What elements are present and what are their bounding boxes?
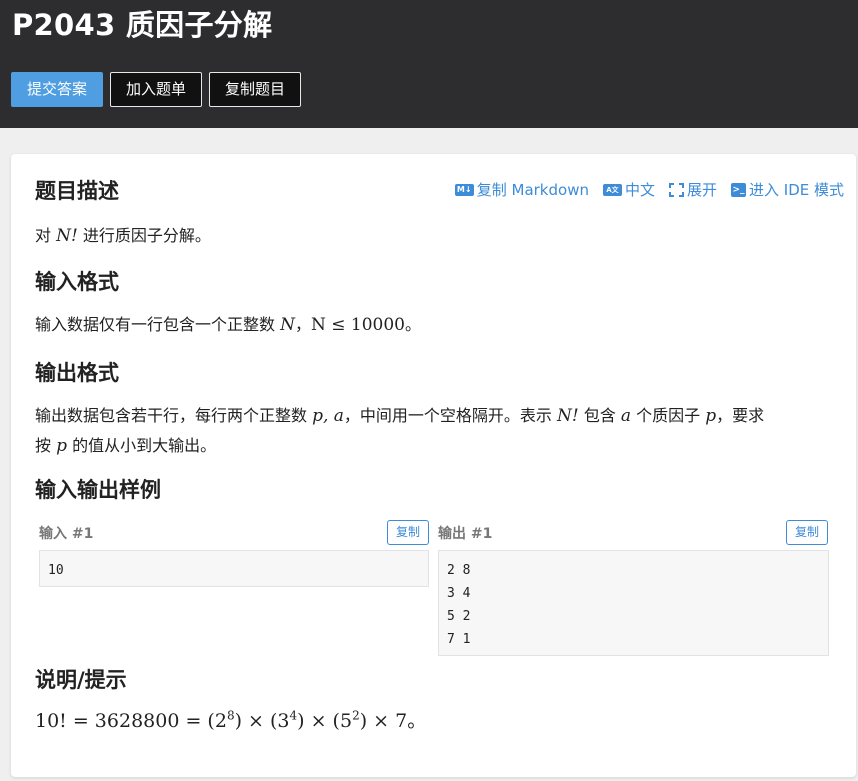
samples-heading: 输入输出样例 — [35, 478, 161, 502]
submit-answer-button[interactable]: 提交答案 — [11, 72, 104, 107]
sample-input-label: 输入 #1 — [39, 526, 94, 542]
copy-markdown-link[interactable]: M↓ 复制 Markdown — [454, 179, 589, 200]
problem-card: M↓ 复制 Markdown A文 中文 展开 >_ 进入 IDE 模式 题目描… — [11, 154, 856, 777]
language-label: 中文 — [624, 181, 655, 199]
expand-label: 展开 — [686, 181, 717, 199]
terminal-icon: >_ — [731, 182, 746, 197]
expand-link[interactable]: 展开 — [668, 179, 717, 200]
copy-problem-button[interactable]: 复制题目 — [209, 72, 302, 107]
header-actions: 提交答案 加入题单 复制题目 — [11, 72, 302, 107]
expand-icon — [668, 182, 684, 197]
copy-input-button[interactable]: 复制 — [387, 520, 429, 545]
markdown-icon: M↓ — [454, 183, 474, 196]
output-format-text: 输出数据包含若干行，每行两个正整数 p, a，中间用一个空格隔开。表示 N! 包… — [35, 406, 765, 456]
ide-mode-link[interactable]: >_ 进入 IDE 模式 — [731, 179, 844, 200]
page-header: P2043 质因子分解 提交答案 加入题单 复制题目 — [0, 0, 858, 128]
output-format-heading: 输出格式 — [35, 361, 119, 385]
page-title: P2043 质因子分解 — [12, 8, 273, 42]
hint-formula: 10! = 3628800 = (28) × (34) × (52) × 7。 — [35, 708, 427, 732]
sample-output-block: 2 8 3 4 5 2 7 1 — [438, 550, 829, 656]
language-icon: A文 — [602, 183, 622, 196]
problem-toolbar: M↓ 复制 Markdown A文 中文 展开 >_ 进入 IDE 模式 — [454, 179, 844, 200]
sample-input-block: 10 — [39, 550, 429, 587]
add-to-list-button[interactable]: 加入题单 — [110, 72, 203, 107]
hint-heading: 说明/提示 — [35, 668, 127, 692]
description-heading: 题目描述 — [35, 179, 119, 203]
description-text: 对 N! 进行质因子分解。 — [35, 226, 211, 246]
ide-mode-label: 进入 IDE 模式 — [749, 181, 844, 199]
input-format-heading: 输入格式 — [35, 270, 119, 294]
input-format-text: 输入数据仅有一行包含一个正整数 N，N ≤ 10000。 — [35, 315, 422, 335]
copy-output-button[interactable]: 复制 — [786, 520, 828, 545]
sample-output-label: 输出 #1 — [438, 526, 493, 542]
language-link[interactable]: A文 中文 — [602, 179, 655, 200]
copy-markdown-label: 复制 Markdown — [476, 181, 589, 199]
